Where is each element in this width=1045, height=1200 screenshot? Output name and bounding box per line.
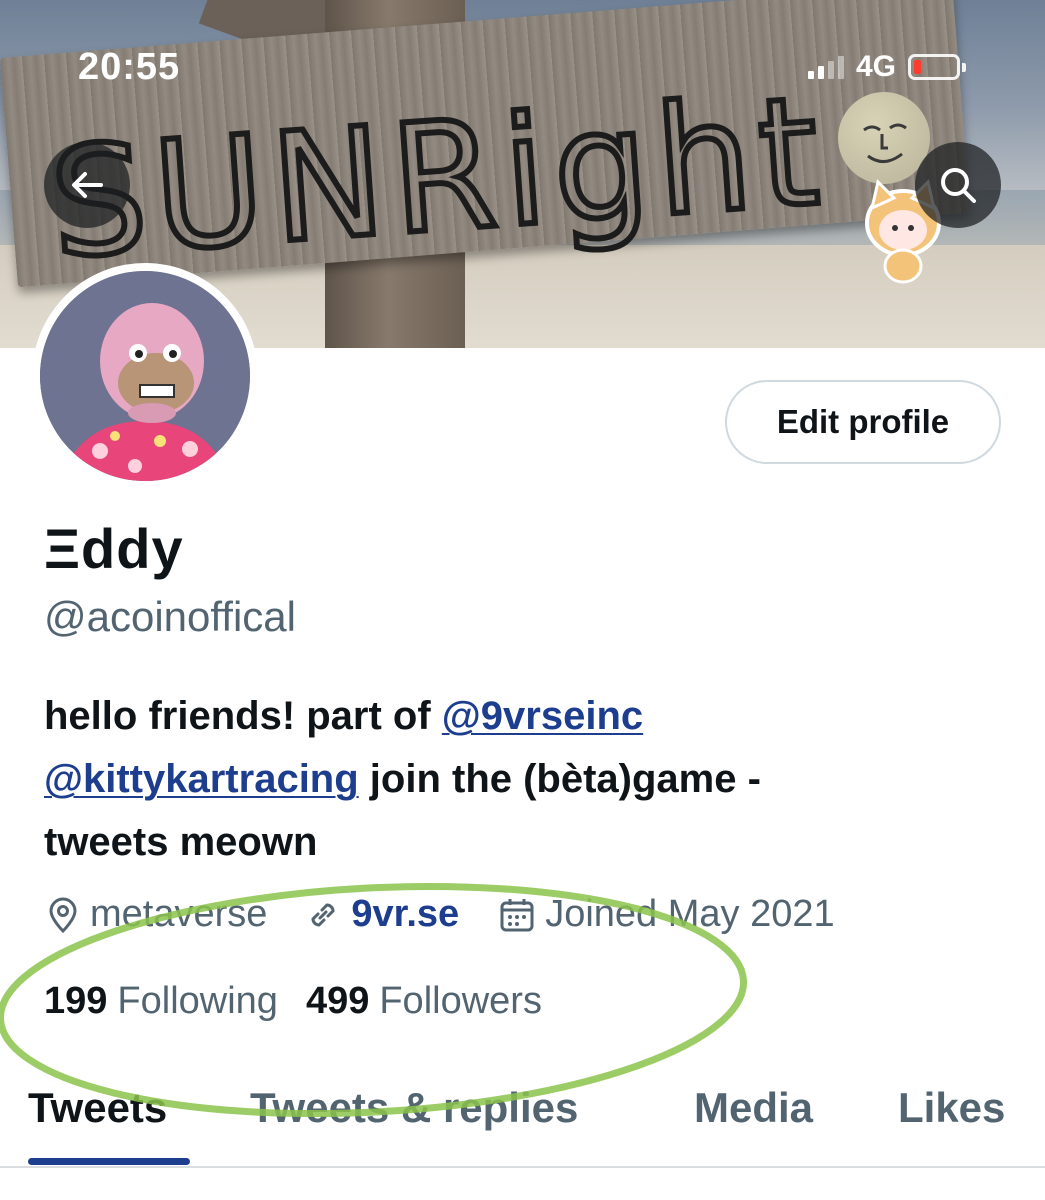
profile-bio: hello friends! part of @9vrseinc @kittyk… [44,685,1004,874]
edit-profile-button[interactable]: Edit profile [725,380,1001,464]
link-icon [311,902,335,927]
search-button[interactable] [915,142,1001,228]
followers-label: Followers [379,980,542,1022]
search-icon [941,168,976,203]
profile-meta: metaverse 9vr.se Joined May 2021 [44,893,835,936]
location-item: metaverse [44,893,267,936]
tab-likes[interactable]: Likes [898,1084,1005,1132]
tab-media[interactable]: Media [694,1084,813,1132]
followers-count: 499 [305,980,370,1022]
follow-stats: 199 Following 499 Followers [44,980,542,1023]
signal-icon [808,55,844,79]
following-link[interactable]: 199 Following [44,980,278,1023]
user-handle: @acoinoffical [44,593,296,640]
display-name: Ξddy [44,517,184,580]
bio-mention-9vrseinc[interactable]: @9vrseinc [442,694,643,738]
bio-text: join the (bèta)game - [358,757,761,801]
following-label: Following [117,980,278,1022]
website-link[interactable]: 9vr.se [351,893,459,936]
battery-icon [908,54,967,80]
arrow-left-icon [72,172,103,198]
smiley-sticker [838,92,930,184]
back-button[interactable] [44,142,130,228]
joined-text: Joined May 2021 [545,893,835,935]
tabs-divider [0,1166,1045,1168]
joined-item: Joined May 2021 [497,893,835,936]
tab-tweets[interactable]: Tweets [28,1084,167,1132]
battery-level [914,60,922,74]
location-text: metaverse [90,893,268,935]
bio-text: tweets meown [44,820,318,864]
bio-text: hello friends! part of [44,694,442,738]
website-item[interactable]: 9vr.se [303,893,459,936]
following-count: 199 [44,980,108,1022]
calendar-icon [500,898,534,931]
profile-avatar[interactable] [32,263,258,489]
active-tab-indicator [28,1158,190,1165]
status-time: 20:55 [78,46,181,88]
location-pin-icon [49,897,77,933]
tab-tweets-replies[interactable]: Tweets & replies [250,1084,578,1132]
status-indicators: 4G [808,50,967,84]
avatar-image [40,271,250,481]
bio-mention-kittykartracing[interactable]: @kittykartracing [44,757,359,801]
followers-link[interactable]: 499 Followers [306,980,542,1023]
network-type: 4G [856,50,897,83]
